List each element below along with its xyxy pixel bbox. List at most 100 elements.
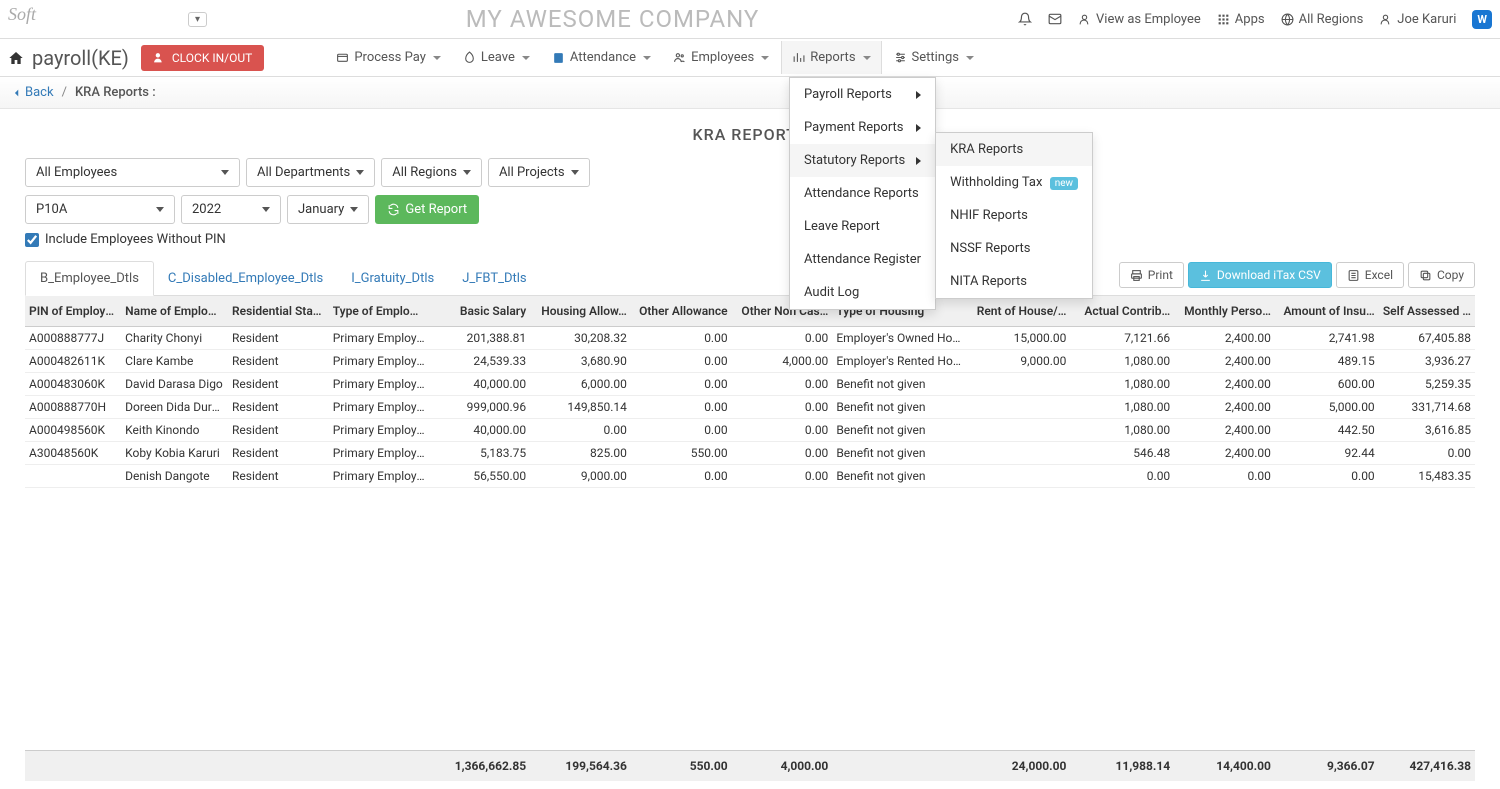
nav-settings[interactable]: Settings — [884, 41, 984, 74]
table-row[interactable]: A000888777JCharity ChonyiResidentPrimary… — [25, 327, 1475, 350]
apps-link[interactable]: Apps — [1217, 12, 1265, 27]
table-row[interactable]: Denish DangoteResidentPrimary Employee56… — [25, 465, 1475, 488]
col-header[interactable]: Basic Salary — [429, 296, 530, 327]
item-label: KRA Reports — [950, 142, 1023, 157]
logo-dropdown[interactable]: ▾ — [188, 12, 207, 27]
chevron-down-icon — [522, 56, 530, 60]
nav-leave[interactable]: Leave — [453, 41, 540, 74]
item-label: NSSF Reports — [950, 241, 1030, 256]
submenu-nssf-reports[interactable]: NSSF Reports — [936, 232, 1092, 265]
view-as-label: View as Employee — [1096, 12, 1201, 27]
get-report-button[interactable]: Get Report — [375, 195, 479, 224]
table-cell: 9,000.00 — [970, 350, 1071, 373]
table-cell: 3,936.27 — [1379, 350, 1475, 373]
table-row[interactable]: A000498560KKeith KinondoResidentPrimary … — [25, 419, 1475, 442]
breadcrumb-current: KRA Reports : — [75, 85, 156, 100]
submenu-kra-reports[interactable]: KRA Reports — [936, 133, 1092, 166]
user-menu[interactable]: Joe Karuri — [1379, 12, 1456, 27]
projects-select[interactable]: All Projects — [488, 158, 590, 187]
tab-c-disabled[interactable]: C_Disabled_Employee_Dtls — [154, 262, 337, 295]
dropdown-audit-log[interactable]: Audit Log — [790, 276, 935, 309]
include-no-pin-checkbox[interactable] — [25, 233, 39, 247]
back-link[interactable]: Back — [12, 85, 54, 100]
statutory-submenu: KRA Reports Withholding Tax new NHIF Rep… — [935, 132, 1093, 299]
all-regions-link[interactable]: All Regions — [1281, 12, 1364, 27]
view-as-employee-link[interactable]: View as Employee — [1078, 12, 1201, 27]
table-cell: David Darasa Digo — [121, 373, 228, 396]
col-header[interactable]: Residential Sta… — [228, 296, 329, 327]
col-header[interactable]: Monthly Perso… — [1174, 296, 1275, 327]
nav-process-pay[interactable]: Process Pay — [326, 41, 451, 74]
col-header[interactable]: Rent of House/… — [970, 296, 1071, 327]
dropdown-attendance-register[interactable]: Attendance Register — [790, 243, 935, 276]
col-header[interactable]: Self Assessed … — [1379, 296, 1475, 327]
month-select[interactable]: January — [287, 195, 369, 224]
home-icon[interactable] — [8, 50, 24, 66]
table-cell: A30048560K — [25, 442, 121, 465]
dropdown-payment-reports[interactable]: Payment Reports — [790, 111, 935, 144]
table-cell: 600.00 — [1275, 373, 1379, 396]
submenu-withholding-tax[interactable]: Withholding Tax new — [936, 166, 1092, 199]
table-cell: A000498560K — [25, 419, 121, 442]
table-cell: 0.00 — [732, 373, 833, 396]
chevron-down-icon — [571, 170, 579, 175]
print-button[interactable]: Print — [1119, 262, 1184, 288]
table-cell: 999,000.96 — [429, 396, 530, 419]
table-cell: 2,400.00 — [1174, 327, 1275, 350]
sel-label: 2022 — [192, 202, 221, 217]
new-badge: new — [1050, 177, 1078, 190]
breadcrumb-sep: / — [62, 85, 67, 100]
table-totals-row: 1,366,662.85199,564.36550.004,000.0024,0… — [25, 751, 1475, 782]
filter-row-2: P10A 2022 January Get Report — [25, 195, 1475, 224]
copy-button[interactable]: Copy — [1408, 262, 1475, 288]
dropdown-leave-report[interactable]: Leave Report — [790, 210, 935, 243]
table-cell — [970, 442, 1071, 465]
nav-attendance[interactable]: Attendance — [542, 41, 661, 74]
submenu-nita-reports[interactable]: NITA Reports — [936, 265, 1092, 298]
page-title: KRA REPORTS — [25, 125, 1475, 144]
table-cell: 0.00 — [1070, 465, 1174, 488]
table-cell: 0.00 — [1379, 442, 1475, 465]
table-row[interactable]: A000482611KClare KambeResidentPrimary Em… — [25, 350, 1475, 373]
col-header[interactable]: Amount of Insu… — [1275, 296, 1379, 327]
table-cell: 1,080.00 — [1070, 350, 1174, 373]
chevron-right-icon — [916, 157, 921, 165]
regions-select[interactable]: All Regions — [381, 158, 482, 187]
dropdown-statutory-reports[interactable]: Statutory Reports — [790, 144, 935, 177]
table-cell: Primary Employee — [329, 350, 430, 373]
tab-b-employee[interactable]: B_Employee_Dtls — [25, 261, 154, 296]
col-header[interactable]: PIN of Employee — [25, 296, 121, 327]
nav-reports[interactable]: Reports — [781, 41, 881, 74]
col-header[interactable]: Housing Allow… — [530, 296, 631, 327]
excel-button[interactable]: Excel — [1336, 262, 1404, 288]
clock-in-out-button[interactable]: CLOCK IN/OUT — [141, 45, 264, 71]
navbar: payroll(KE) CLOCK IN/OUT Process Pay Lea… — [0, 39, 1500, 77]
table-cell: 15,483.35 — [1379, 465, 1475, 488]
download-itax-button[interactable]: Download iTax CSV — [1188, 262, 1332, 288]
col-header[interactable]: Name of Emplo… — [121, 296, 228, 327]
chat-badge[interactable]: W — [1472, 10, 1492, 29]
table-row[interactable]: A000888770HDoreen Dida DurushResidentPri… — [25, 396, 1475, 419]
submenu-nhif-reports[interactable]: NHIF Reports — [936, 199, 1092, 232]
tab-i-gratuity[interactable]: I_Gratuity_Dtls — [337, 262, 448, 295]
nav-process-label: Process Pay — [354, 50, 426, 65]
notifications-icon[interactable] — [1018, 12, 1032, 26]
employees-select[interactable]: All Employees — [25, 158, 240, 187]
table-cell: 0.00 — [631, 396, 732, 419]
table-row[interactable]: A30048560KKoby Kobia KaruriResidentPrima… — [25, 442, 1475, 465]
col-header[interactable]: Type of Emplo… — [329, 296, 430, 327]
dropdown-attendance-reports[interactable]: Attendance Reports — [790, 177, 935, 210]
year-select[interactable]: 2022 — [181, 195, 281, 224]
table-cell: 9,000.00 — [530, 465, 631, 488]
table-cell: A000482611K — [25, 350, 121, 373]
tab-j-fbt[interactable]: J_FBT_Dtls — [448, 262, 540, 295]
nav-employees[interactable]: Employees — [663, 41, 779, 74]
col-header[interactable]: Actual Contrib… — [1070, 296, 1174, 327]
nav-reports-label: Reports — [810, 50, 855, 65]
dropdown-payroll-reports[interactable]: Payroll Reports — [790, 78, 935, 111]
mail-icon[interactable] — [1048, 12, 1062, 26]
form-select[interactable]: P10A — [25, 195, 175, 224]
col-header[interactable]: Other Allowance — [631, 296, 732, 327]
departments-select[interactable]: All Departments — [246, 158, 375, 187]
table-row[interactable]: A000483060KDavid Darasa DigoResidentPrim… — [25, 373, 1475, 396]
